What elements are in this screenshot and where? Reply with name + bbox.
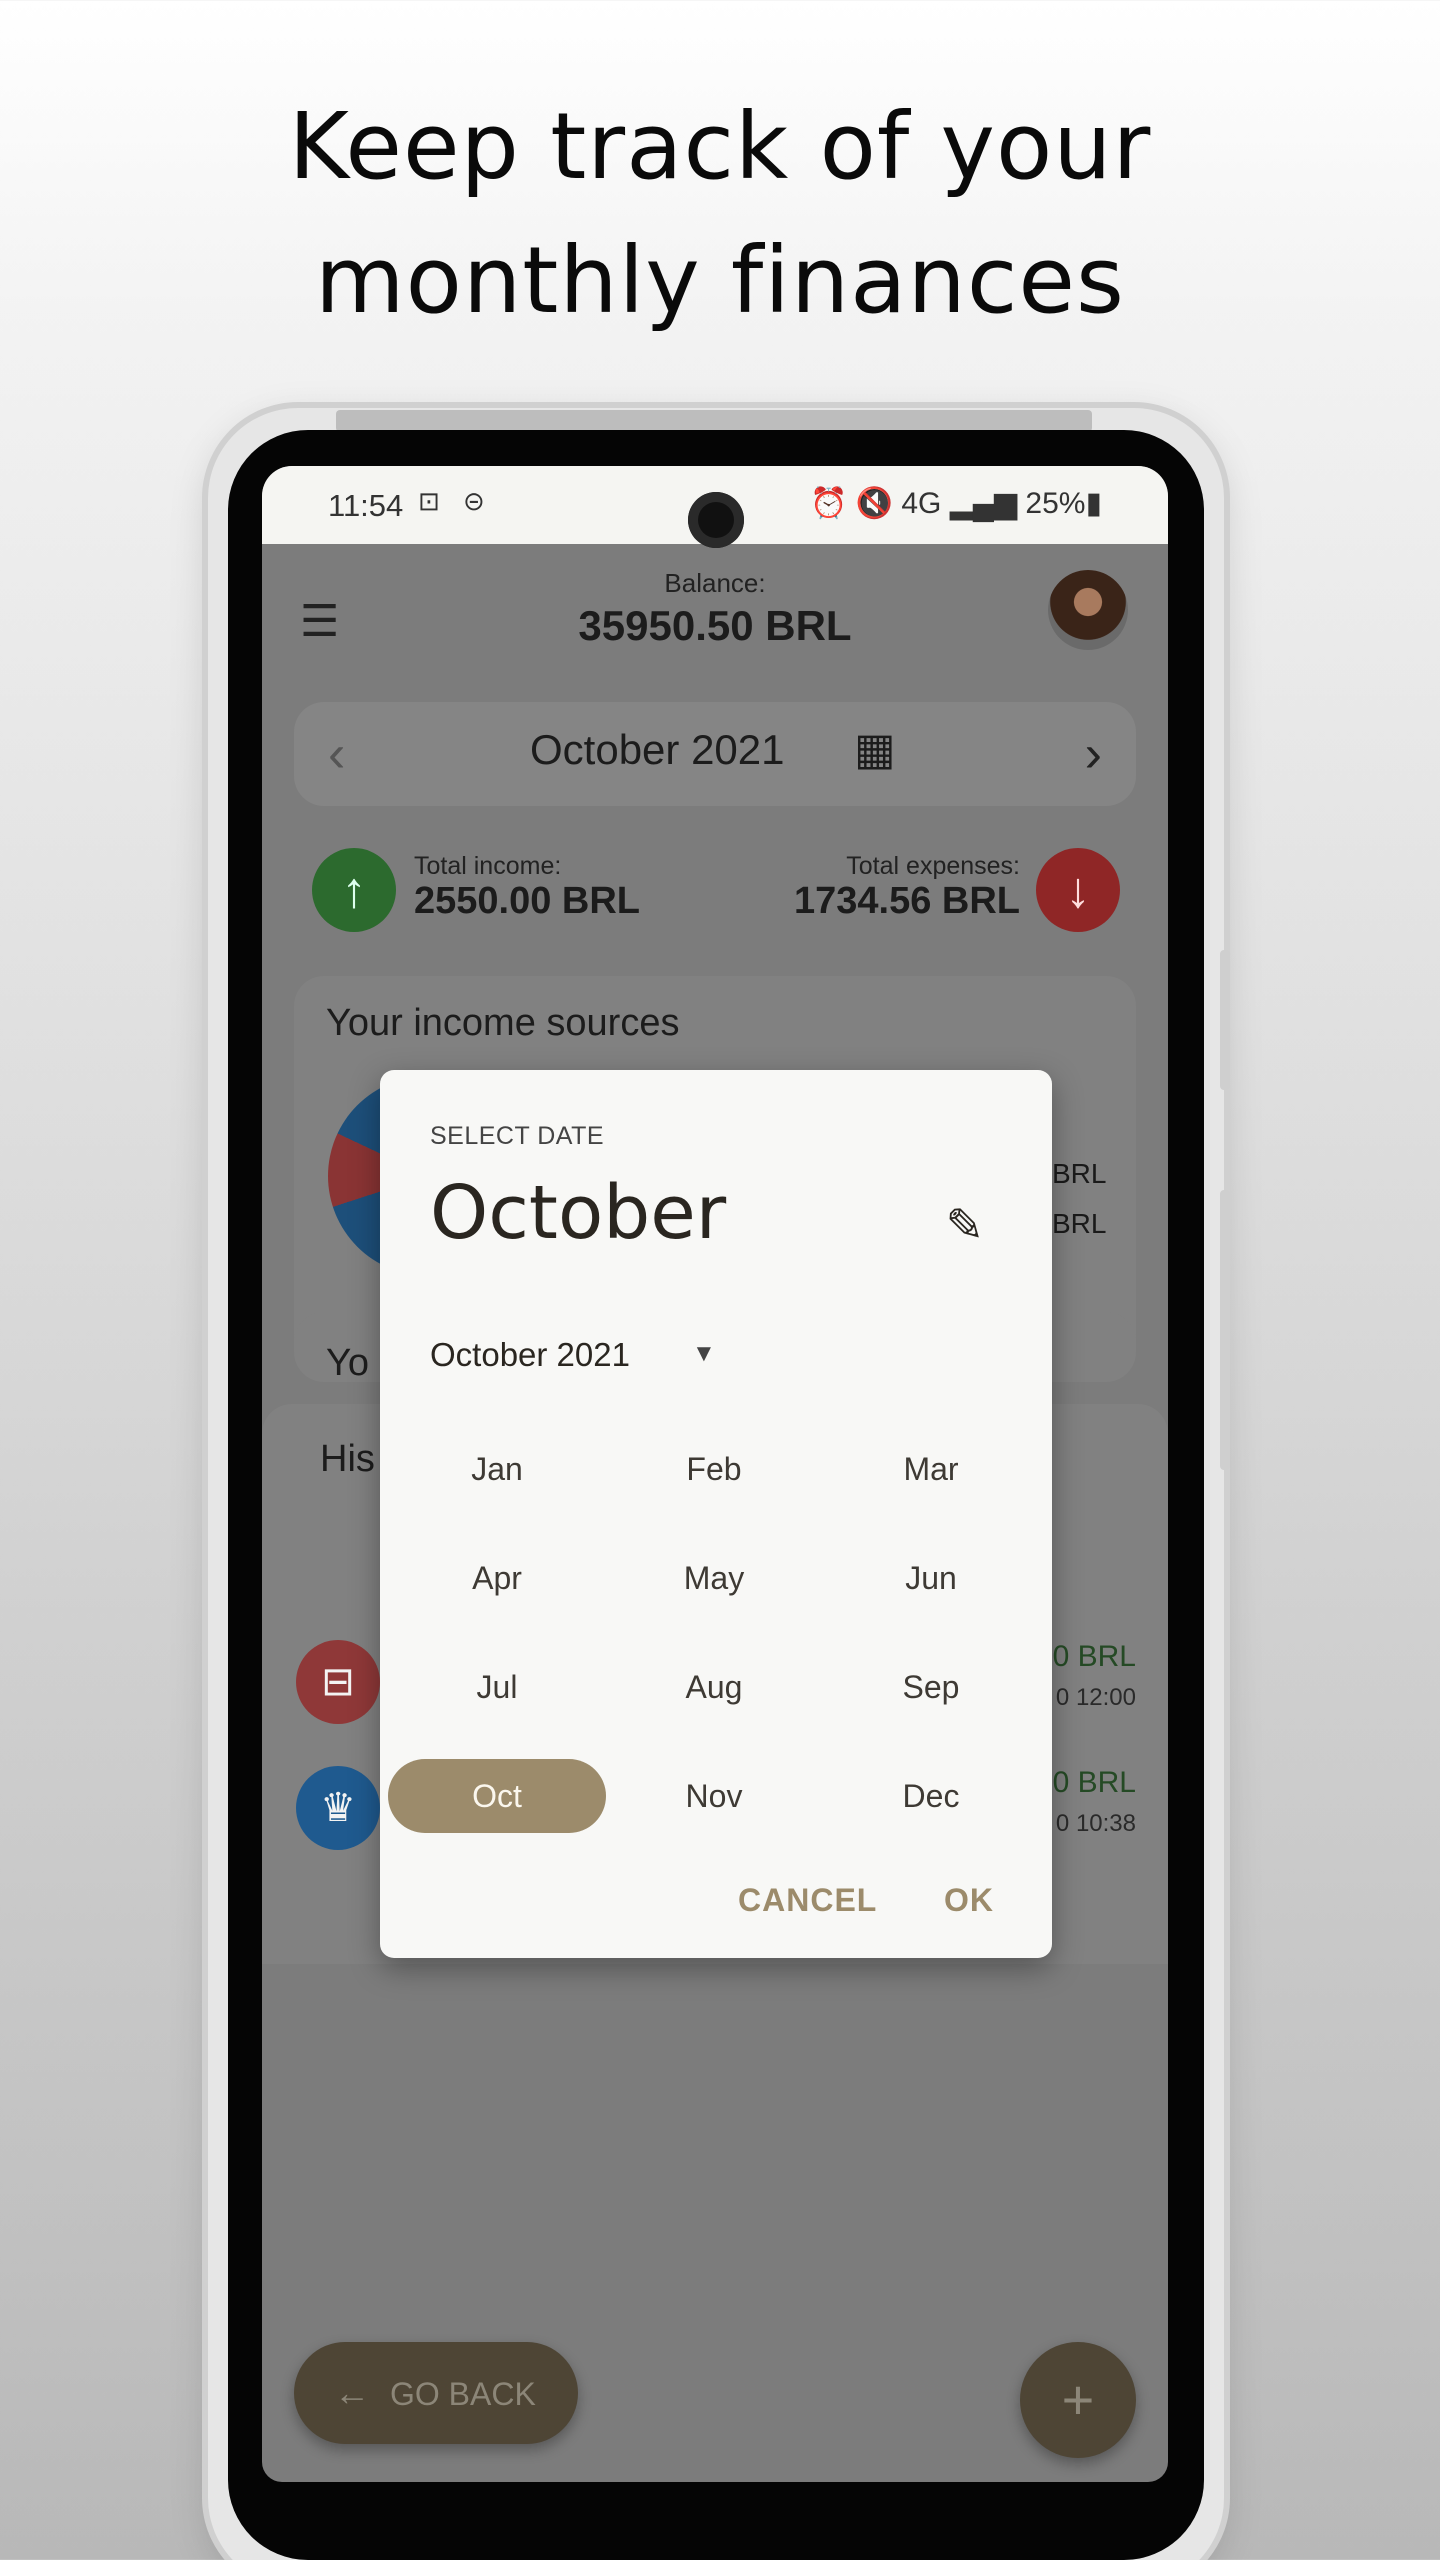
total-expenses-label: Total expenses: — [846, 852, 1020, 880]
add-button[interactable]: + — [1020, 2342, 1136, 2458]
month-nov[interactable]: Nov — [605, 1759, 823, 1833]
history-amount-2: 0 BRL — [1052, 1766, 1136, 1799]
month-selector: ‹ October 2021 ▦ › — [294, 702, 1136, 806]
income-source-amount-2: BRL — [1052, 1208, 1107, 1239]
arrow-down-icon: ↓ — [1036, 848, 1120, 932]
month-jun[interactable]: Jun — [822, 1541, 1040, 1615]
month-feb[interactable]: Feb — [605, 1432, 823, 1506]
month-sep[interactable]: Sep — [822, 1650, 1040, 1724]
month-aug[interactable]: Aug — [605, 1650, 823, 1724]
chevron-right-icon[interactable]: › — [1085, 724, 1102, 784]
status-left-icons: ⊡ ⊝ — [418, 486, 493, 516]
dialog-heading: October — [430, 1170, 727, 1256]
history-time-2: 0 10:38 — [1055, 1810, 1136, 1837]
status-right-icons: ⏰ 🔇 4G ▂▄▆ 25%▮ — [809, 487, 1102, 520]
phone-top-edge — [336, 410, 1092, 432]
total-income-label: Total income: — [414, 852, 562, 880]
dropdown-arrow-icon[interactable]: ▼ — [692, 1340, 716, 1368]
month-apr[interactable]: Apr — [388, 1541, 606, 1615]
headline-line-1: Keep track of your — [288, 93, 1152, 200]
phone-side-button — [1220, 1190, 1230, 1470]
status-time: 11:54 — [328, 488, 404, 523]
total-expenses-value: 1734.56 BRL — [793, 880, 1020, 922]
income-source-amount-1: BRL — [1052, 1158, 1107, 1189]
month-jul[interactable]: Jul — [388, 1650, 606, 1724]
avatar[interactable] — [1048, 570, 1128, 650]
arrow-up-icon: ↑ — [312, 848, 396, 932]
month-dec[interactable]: Dec — [822, 1759, 1040, 1833]
dialog-select-date-label: SELECT DATE — [430, 1122, 605, 1150]
expenses-card-title: Yo — [326, 1342, 369, 1384]
month-may[interactable]: May — [605, 1541, 823, 1615]
history-title: His — [320, 1438, 375, 1480]
headline: Keep track of your monthly finances — [0, 80, 1440, 348]
current-month-label[interactable]: October 2021 — [530, 726, 785, 774]
history-time-1: 0 12:00 — [1055, 1684, 1136, 1711]
chevron-left-icon[interactable]: ‹ — [328, 724, 345, 784]
month-mar[interactable]: Mar — [822, 1432, 1040, 1506]
front-camera — [688, 492, 744, 548]
go-back-button[interactable]: ← GO BACK — [294, 2342, 578, 2444]
cancel-button[interactable]: CANCEL — [738, 1882, 877, 1919]
ok-button[interactable]: OK — [944, 1882, 994, 1919]
date-picker-dialog: SELECT DATE October ✎ October 2021 ▼ Jan… — [380, 1070, 1052, 1958]
month-oct-selected[interactable]: Oct — [388, 1759, 606, 1833]
calendar-icon[interactable]: ▦ — [854, 724, 896, 775]
trophy-icon: ♛ — [296, 1766, 380, 1850]
total-income-value: 2550.00 BRL — [414, 880, 641, 922]
year-dropdown[interactable]: October 2021 — [430, 1336, 630, 1374]
month-jan[interactable]: Jan — [388, 1432, 606, 1506]
headline-line-2: monthly finances — [315, 227, 1125, 334]
history-amount-1: 0 BRL — [1052, 1640, 1136, 1673]
phone-volume-button — [1220, 950, 1230, 1090]
balance-label: Balance: — [664, 568, 766, 598]
balance-value: 35950.50 BRL — [578, 602, 852, 649]
income-sources-title: Your income sources — [326, 1002, 680, 1044]
go-back-label: GO BACK — [390, 2376, 536, 2412]
pencil-icon[interactable]: ✎ — [945, 1198, 984, 1252]
arrow-left-icon: ← — [334, 2372, 370, 2413]
gift-icon: ⊟ — [296, 1640, 380, 1724]
